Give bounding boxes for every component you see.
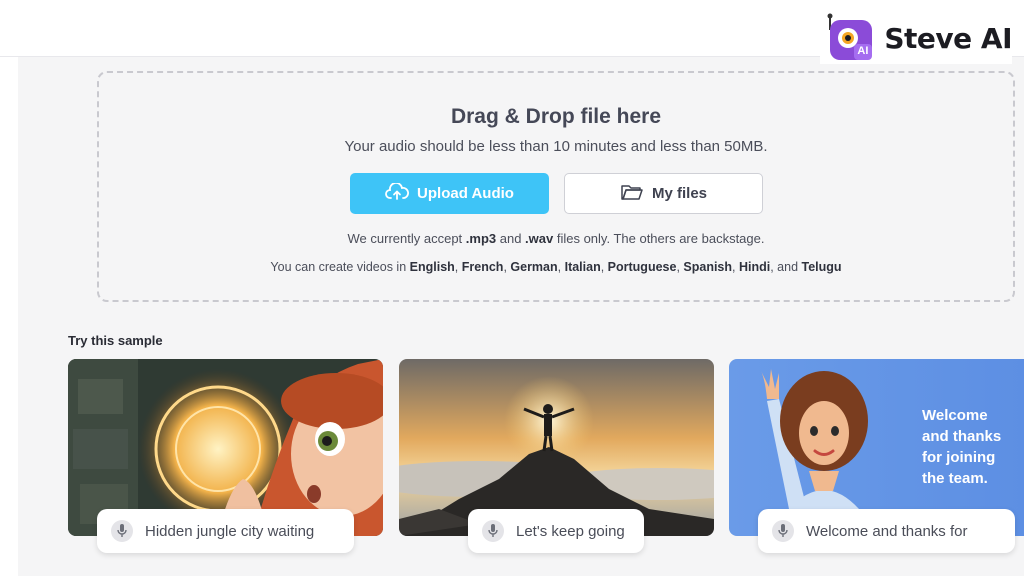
sample-label-mountain: Let's keep going <box>516 522 625 540</box>
mic-icon <box>482 520 504 542</box>
steve-ai-logo-icon: AI <box>824 12 876 64</box>
brand: AI Steve AI <box>820 12 1012 64</box>
sample-chip-welcome[interactable]: Welcome and thanks for <box>758 509 1015 553</box>
sidebar-strip <box>0 57 18 576</box>
brand-name: Steve AI <box>884 21 1012 55</box>
welcome-card-text: Welcome and thanks for joining the team. <box>922 407 1002 487</box>
folder-icon <box>620 183 644 205</box>
sample-label-jungle: Hidden jungle city waiting <box>145 522 315 540</box>
accepted-formats-text: We currently accept .mp3 and .wav files … <box>347 231 765 246</box>
sample-chip-jungle[interactable]: Hidden jungle city waiting <box>97 509 354 553</box>
logo-badge: AI <box>857 45 869 57</box>
supported-languages-text: You can create videos in English, French… <box>270 260 842 274</box>
sample-label-welcome: Welcome and thanks for <box>806 522 968 540</box>
upload-audio-label: Upload Audio <box>417 185 514 202</box>
cloud-upload-icon <box>385 181 410 205</box>
dropzone-title: Drag & Drop file here <box>450 105 662 128</box>
sample-chip-mountain[interactable]: Let's keep going <box>468 509 644 553</box>
upload-audio-button[interactable]: Upload Audio <box>350 173 549 214</box>
my-files-button[interactable]: My files <box>564 173 763 214</box>
mic-icon <box>772 520 794 542</box>
my-files-label: My files <box>651 185 708 202</box>
upload-dropzone[interactable]: Drag & Drop file here Your audio should … <box>97 71 1015 302</box>
dropzone-subtitle: Your audio should be less than 10 minute… <box>344 138 768 155</box>
mic-icon <box>111 520 133 542</box>
samples-heading: Try this sample <box>68 333 163 348</box>
